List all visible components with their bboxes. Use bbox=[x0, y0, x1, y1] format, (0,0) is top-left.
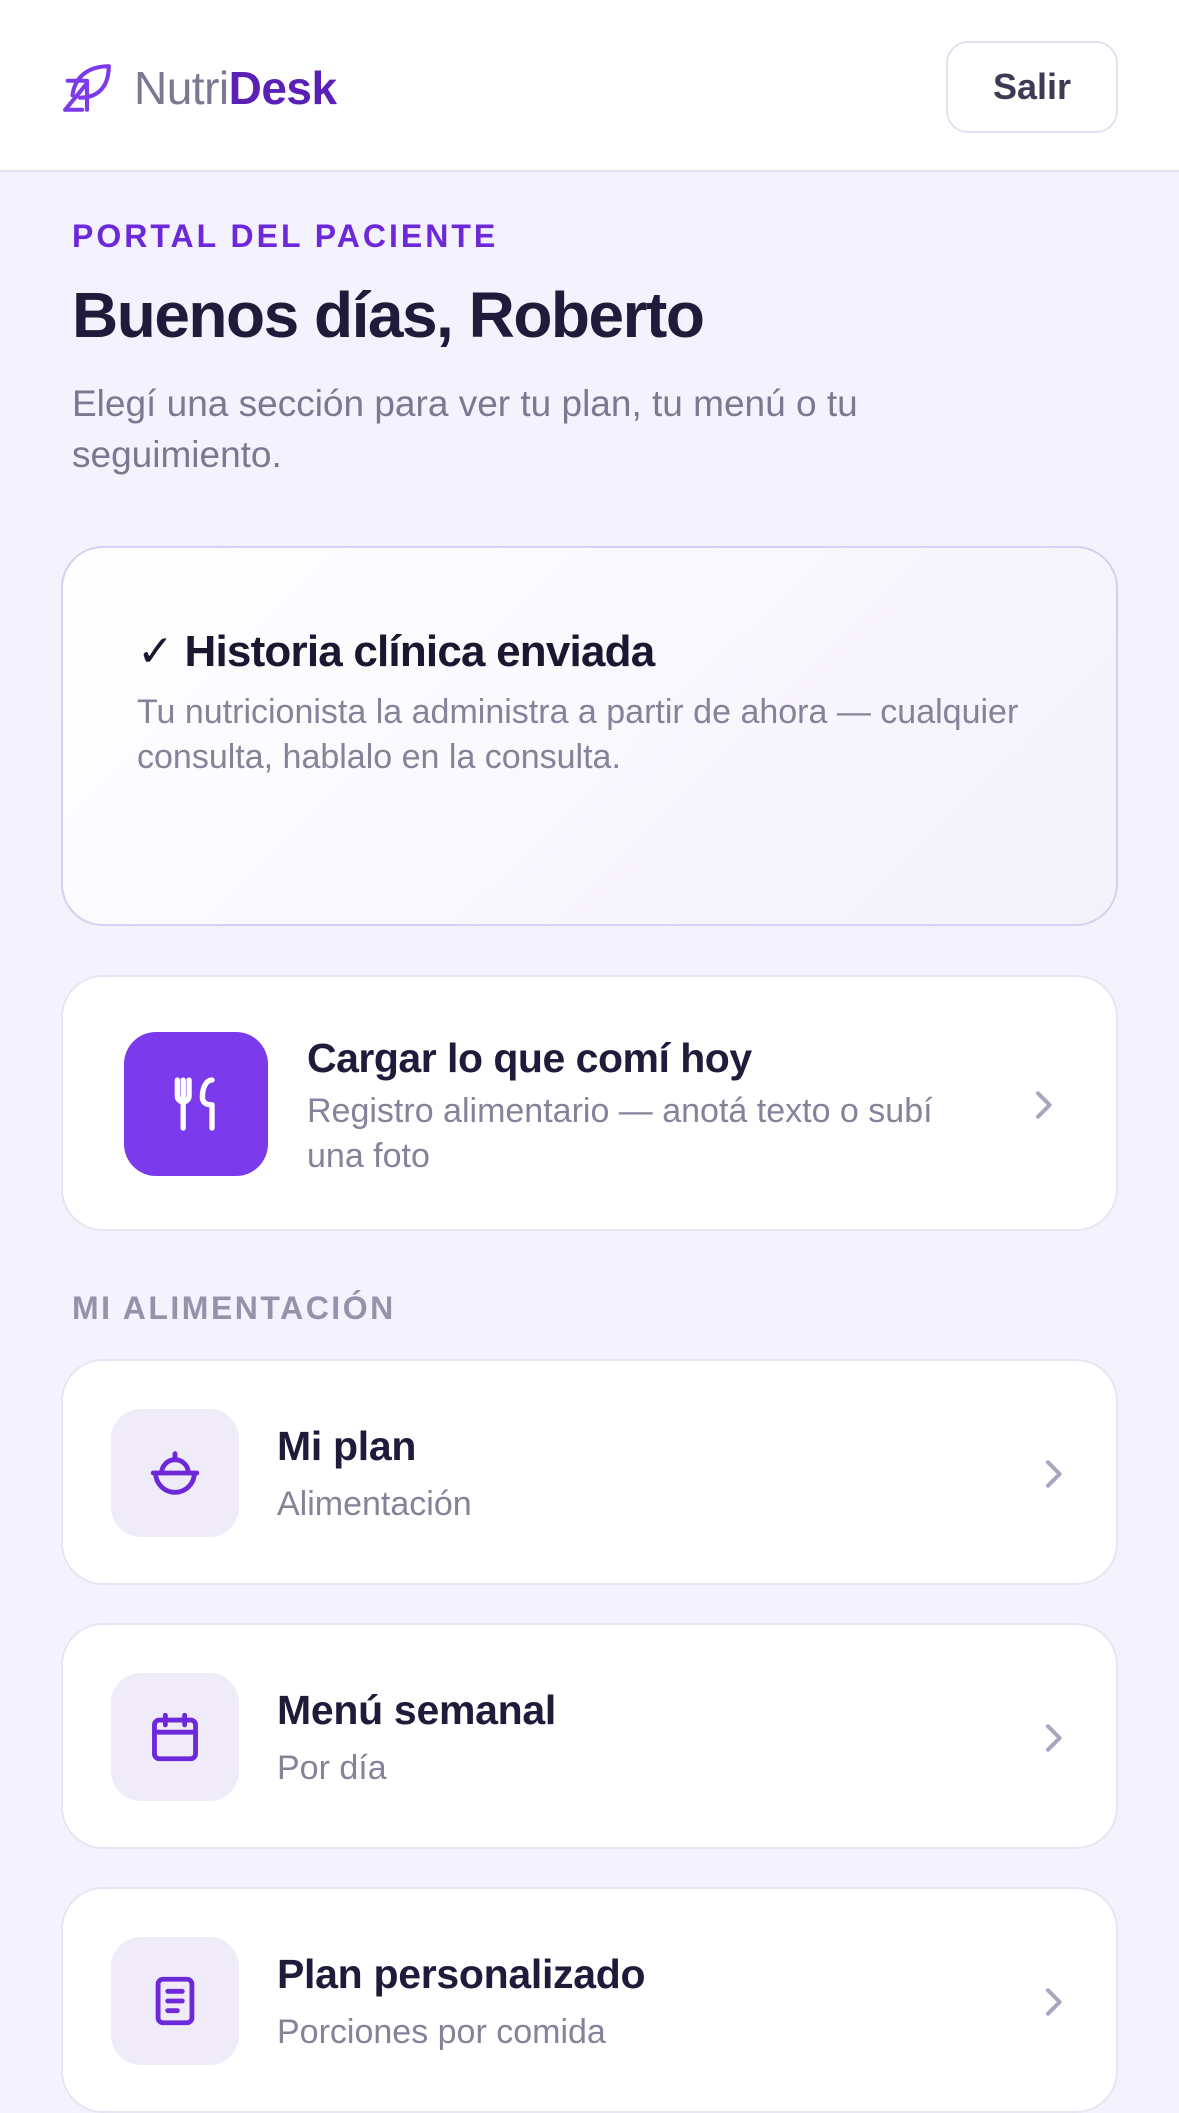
brand-name-bold: Desk bbox=[228, 62, 337, 114]
log-food-title: Cargar lo que comí hoy bbox=[307, 1035, 752, 1081]
log-food-card[interactable]: Cargar lo que comí hoy Registro alimenta… bbox=[61, 975, 1118, 1231]
menu-item-subtitle: Porciones por comida bbox=[277, 2013, 606, 2051]
chevron-right-icon bbox=[1046, 1724, 1062, 1752]
medical-history-notice: ✓ Historia clínica enviada Tu nutricioni… bbox=[61, 546, 1118, 926]
page-title: Buenos días, Roberto bbox=[72, 279, 705, 351]
notice-text: Tu nutricionista la administra a partir … bbox=[137, 693, 1019, 776]
notice-title: ✓ Historia clínica enviada bbox=[137, 627, 655, 676]
top-bar: NutriDesk Salir bbox=[0, 0, 1179, 172]
bowl-icon bbox=[111, 1409, 239, 1537]
chevron-right-icon bbox=[1046, 1460, 1062, 1488]
document-icon bbox=[111, 1937, 239, 2065]
logout-button[interactable]: Salir bbox=[946, 41, 1118, 133]
menu-item-title: Menú semanal bbox=[277, 1687, 556, 1733]
section-label: MI ALIMENTACIÓN bbox=[72, 1290, 396, 1326]
menu-item-menu-semanal[interactable]: Menú semanal Por día bbox=[61, 1623, 1118, 1849]
menu-item-plan-personalizado[interactable]: Plan personalizado Porciones por comida bbox=[61, 1887, 1118, 2113]
portal-eyebrow: PORTAL DEL PACIENTE bbox=[72, 218, 499, 254]
chevron-right-icon bbox=[1036, 1091, 1052, 1119]
leaf-logo-icon bbox=[63, 64, 111, 112]
brand-logo[interactable]: NutriDesk bbox=[58, 56, 337, 120]
brand-name: NutriDesk bbox=[134, 61, 337, 115]
menu-item-title: Mi plan bbox=[277, 1423, 417, 1469]
fork-knife-icon bbox=[124, 1032, 268, 1176]
menu-item-mi-plan[interactable]: Mi plan Alimentación bbox=[61, 1359, 1118, 1585]
page-subtitle: Elegí una sección para ver tu plan, tu m… bbox=[72, 383, 858, 475]
calendar-icon bbox=[111, 1673, 239, 1801]
menu-item-subtitle: Por día bbox=[277, 1749, 387, 1787]
brand-name-light: Nutri bbox=[134, 62, 229, 114]
menu-item-subtitle: Alimentación bbox=[277, 1485, 472, 1523]
chevron-right-icon bbox=[1046, 1988, 1062, 2016]
log-food-description: Registro alimentario — anotá texto o sub… bbox=[307, 1092, 933, 1175]
menu-item-title: Plan personalizado bbox=[277, 1951, 646, 1997]
